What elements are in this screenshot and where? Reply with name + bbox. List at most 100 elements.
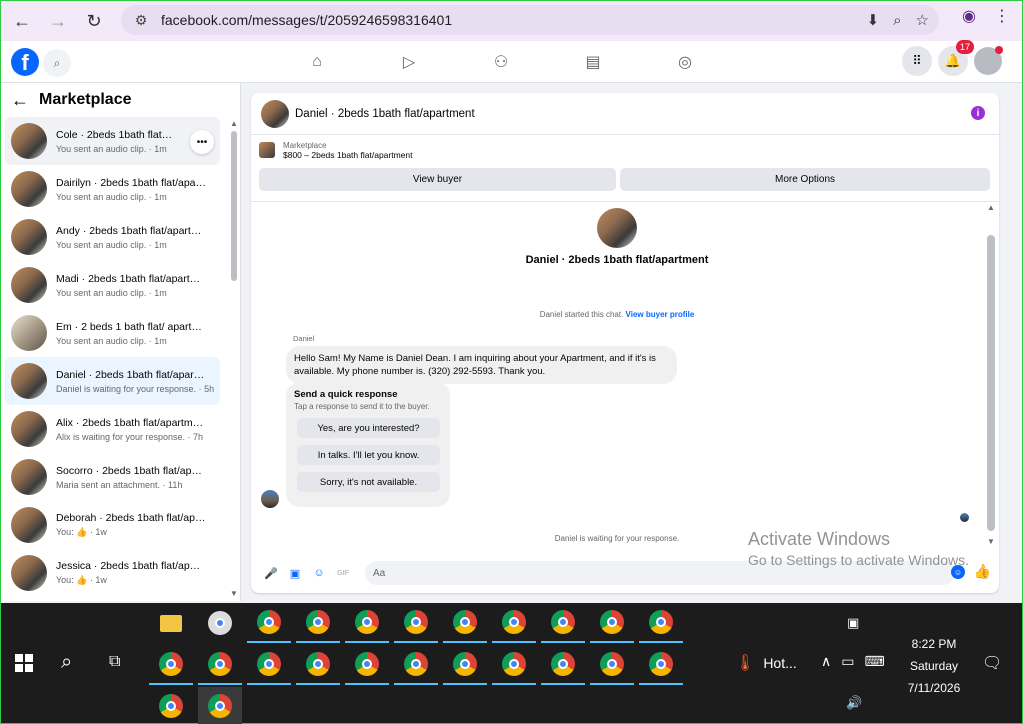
keyboard-icon[interactable]: ⌨ [864, 653, 884, 670]
scroll-up-icon[interactable]: ▲ [987, 203, 995, 212]
address-bar[interactable]: ⚙ facebook.com/messages/t/20592465983164… [121, 5, 939, 35]
message-area: Daniel · 2beds 1bath flat/apartment Dani… [251, 201, 999, 555]
home-icon[interactable]: ⌂ [301, 51, 333, 73]
bookmark-star-icon[interactable]: ☆ [916, 11, 929, 29]
photo-icon[interactable]: ▣ [285, 563, 305, 583]
scroll-down-icon[interactable]: ▼ [230, 589, 238, 598]
scroll-up-icon[interactable]: ▲ [230, 119, 238, 128]
chrome-window-icon[interactable] [247, 645, 291, 685]
chrome-window-icon[interactable] [198, 645, 242, 685]
apps-menu-icon[interactable]: ⠿ [902, 46, 932, 76]
conversation-item[interactable]: Dairilyn · 2beds 1bath flat/apartment You… [5, 165, 220, 213]
network-icon[interactable]: ▭ [841, 653, 854, 670]
conversation-item[interactable]: Em · 2 beds 1 bath flat/ apartment You se… [5, 309, 220, 357]
chrome-window-icon[interactable] [394, 645, 438, 685]
app-icon[interactable] [198, 603, 242, 643]
chrome-window-icon[interactable] [443, 603, 487, 643]
chrome-window-icon[interactable] [492, 645, 536, 685]
chrome-window-icon[interactable] [492, 603, 536, 643]
conversation-subtitle: You sent an audio clip. · 1m [56, 335, 167, 346]
chrome-window-icon[interactable] [541, 603, 585, 643]
buyer-avatar[interactable] [597, 208, 637, 248]
conversation-item[interactable]: Jessica · 2beds 1bath flat/apartment You:… [5, 549, 220, 597]
chrome-window-icon[interactable] [296, 645, 340, 685]
site-info-icon[interactable]: ⚙ [129, 12, 153, 29]
view-buyer-button[interactable]: View buyer [259, 168, 616, 191]
more-options-button[interactable]: More Options [620, 168, 990, 191]
clock[interactable]: 8:22 PM Saturday 7/11/2026 [899, 633, 969, 699]
listing-thumbnail[interactable] [259, 142, 275, 158]
groups-icon[interactable]: ◎ [669, 51, 701, 73]
zoom-icon[interactable]: ⌕ [893, 12, 901, 29]
chrome-window-icon[interactable] [345, 603, 389, 643]
chrome-window-icon[interactable] [590, 603, 634, 643]
conversation-title: Jessica · 2beds 1bath flat/apartment [56, 560, 206, 572]
forward-icon[interactable]: → [43, 6, 73, 36]
menu-icon[interactable]: ⋮ [994, 6, 1010, 26]
notifications-icon[interactable]: 🔔 17 [938, 40, 974, 76]
install-icon[interactable]: ⬇ [867, 11, 880, 29]
windows-start-icon[interactable] [15, 654, 33, 672]
reload-icon[interactable]: ↻ [79, 6, 109, 36]
friends-icon[interactable]: ⚇ [485, 51, 517, 73]
file-explorer-icon[interactable] [149, 603, 193, 643]
quick-reply-button[interactable]: Yes, are you interested? [297, 418, 440, 438]
sticker-icon[interactable]: ☺ [309, 563, 329, 583]
chrome-window-icon[interactable] [149, 687, 193, 724]
info-icon[interactable]: i [971, 106, 985, 120]
thumbs-up-icon[interactable]: 👍 [974, 563, 991, 580]
search-icon[interactable]: ⌕ [43, 49, 71, 77]
video-icon[interactable]: ▷ [393, 51, 425, 73]
chrome-window-icon[interactable] [639, 645, 683, 685]
chrome-window-icon[interactable] [149, 645, 193, 685]
chevron-up-icon[interactable]: ∧ [821, 653, 831, 670]
meet-now-icon[interactable]: ▣ [847, 615, 859, 631]
url-text[interactable]: facebook.com/messages/t/2059246598316401 [161, 12, 452, 28]
chrome-window-icon[interactable] [296, 603, 340, 643]
volume-icon[interactable]: 🔊 [846, 695, 862, 711]
chrome-window-icon[interactable] [590, 645, 634, 685]
profile-icon[interactable]: ◉ [962, 6, 976, 26]
conversation-thumbnail [11, 363, 47, 399]
chrome-window-icon[interactable] [345, 645, 389, 685]
sidebar-scrollbar[interactable]: ▲ ▼ [230, 119, 238, 598]
back-arrow-icon[interactable]: ← [11, 90, 29, 111]
chat-title[interactable]: Daniel · 2beds 1bath flat/apartment [295, 108, 475, 120]
chat-avatar[interactable] [261, 99, 289, 128]
back-icon[interactable]: ← [7, 6, 37, 36]
conversation-item[interactable]: Andy · 2beds 1bath flat/apartment You sen… [5, 213, 220, 261]
conversation-item[interactable]: Alix · 2beds 1bath flat/apartment Alix is… [5, 405, 220, 453]
quick-reply-button[interactable]: In talks. I'll let you know. [297, 445, 440, 465]
conversation-subtitle: Alix is waiting for your response. · 7h [56, 431, 204, 442]
chat-scrollbar[interactable]: ▲ ▼ [987, 203, 995, 546]
notification-center-icon[interactable]: 🗨 [982, 653, 1002, 673]
conversation-item[interactable]: Madi · 2beds 1bath flat/apartment You sen… [5, 261, 220, 309]
clock-day: Saturday [909, 659, 959, 673]
chrome-window-icon[interactable] [198, 687, 242, 724]
scrollbar-thumb[interactable] [987, 235, 995, 531]
conversation-item[interactable]: Daniel · 2beds 1bath flat/apartment Danie… [5, 357, 220, 405]
view-buyer-profile-link[interactable]: View buyer profile [626, 310, 695, 319]
more-options-icon[interactable]: ••• [190, 130, 214, 154]
chrome-window-icon[interactable] [247, 603, 291, 643]
listing-price[interactable]: $800 – 2beds 1bath flat/apartment [283, 150, 412, 160]
gif-icon[interactable]: GIF [333, 563, 353, 583]
weather-widget[interactable]: 🌡 Hot... [735, 653, 797, 673]
chrome-window-icon[interactable] [639, 603, 683, 643]
task-view-icon[interactable]: ⧉ [109, 653, 120, 671]
conversation-item[interactable]: Deborah · 2beds 1bath flat/apartment You:… [5, 501, 220, 549]
activate-windows-watermark: Activate Windows Go to Settings to activ… [748, 529, 969, 568]
chrome-window-icon[interactable] [394, 603, 438, 643]
conversation-item[interactable]: Socorro · 2beds 1bath flat/apartment Mari… [5, 453, 220, 501]
account-avatar[interactable] [974, 46, 1003, 75]
scroll-down-icon[interactable]: ▼ [987, 537, 995, 546]
marketplace-icon[interactable]: ▤ [577, 51, 609, 73]
microphone-icon[interactable]: 🎤 [261, 563, 281, 583]
search-icon[interactable]: ⌕ [61, 651, 72, 674]
chrome-window-icon[interactable] [541, 645, 585, 685]
chrome-window-icon[interactable] [443, 645, 487, 685]
conversation-item[interactable]: Cole · 2beds 1bath flat/apartment You sen… [5, 117, 220, 165]
scrollbar-thumb[interactable] [231, 131, 237, 281]
facebook-logo[interactable]: f [11, 48, 39, 76]
quick-reply-button[interactable]: Sorry, it's not available. [297, 472, 440, 492]
